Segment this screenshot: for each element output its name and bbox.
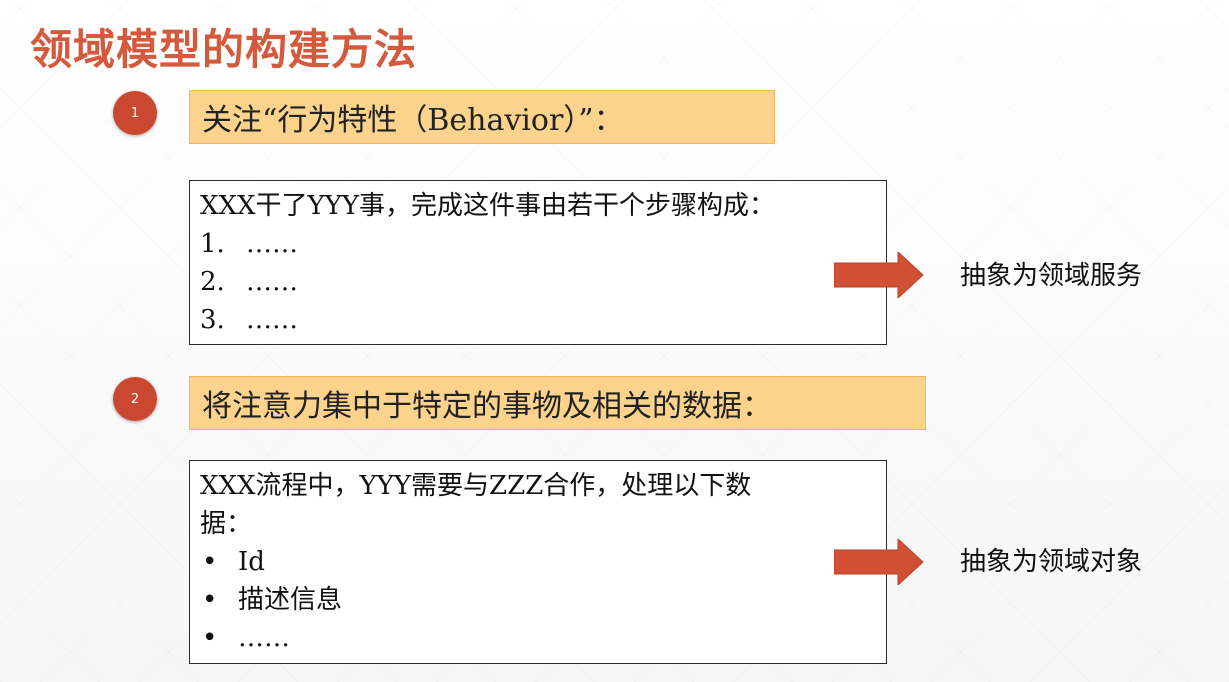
result-label-domain-service: 抽象为领域服务 [960, 261, 1143, 291]
list-item-text: Id [238, 547, 265, 577]
list-item: 2. …… [200, 263, 876, 301]
list-item: • …… [200, 619, 876, 657]
slide-title: 领域模型的构建方法 [30, 25, 418, 74]
behavior-intro-text: XXX干了YYY事，完成这件事由若干个步骤构成： [200, 191, 776, 221]
result-label-domain-object: 抽象为领域对象 [960, 547, 1143, 577]
list-item: 3. …… [200, 301, 876, 339]
list-item: • 描述信息 [200, 581, 876, 619]
list-item: 1. …… [200, 225, 876, 263]
bullet-icon: • [202, 547, 218, 577]
list-item-text: …… [238, 623, 290, 653]
section-heading-data: 将注意力集中于特定的事物及相关的数据： [189, 376, 926, 430]
section-heading-behavior: 关注“行为特性（Behavior）”： [189, 90, 775, 144]
list-number: 2. [200, 267, 225, 297]
bullet-icon: • [202, 585, 218, 615]
step-badge-2: 2 [113, 377, 157, 421]
step-badge-1: 1 [113, 91, 157, 135]
list-item-text: …… [246, 305, 298, 335]
behavior-content-box: XXX干了YYY事，完成这件事由若干个步骤构成： 1. …… 2. …… 3. … [189, 180, 887, 345]
list-item-text: …… [246, 267, 298, 297]
list-number: 3. [200, 305, 225, 335]
data-intro-text-line2: 据： [200, 509, 253, 539]
data-content-box: XXX流程中，YYY需要与ZZZ合作，处理以下数 据： • Id • 描述信息 … [189, 460, 887, 664]
bullet-icon: • [202, 623, 218, 653]
list-item: • Id [200, 543, 876, 581]
list-item-text: …… [246, 229, 298, 259]
list-number: 1. [200, 229, 225, 259]
list-item-text: 描述信息 [238, 585, 343, 615]
data-intro-text-line1: XXX流程中，YYY需要与ZZZ合作，处理以下数 [200, 471, 752, 501]
arrow-right-icon [834, 252, 924, 298]
arrow-right-icon [834, 539, 924, 585]
